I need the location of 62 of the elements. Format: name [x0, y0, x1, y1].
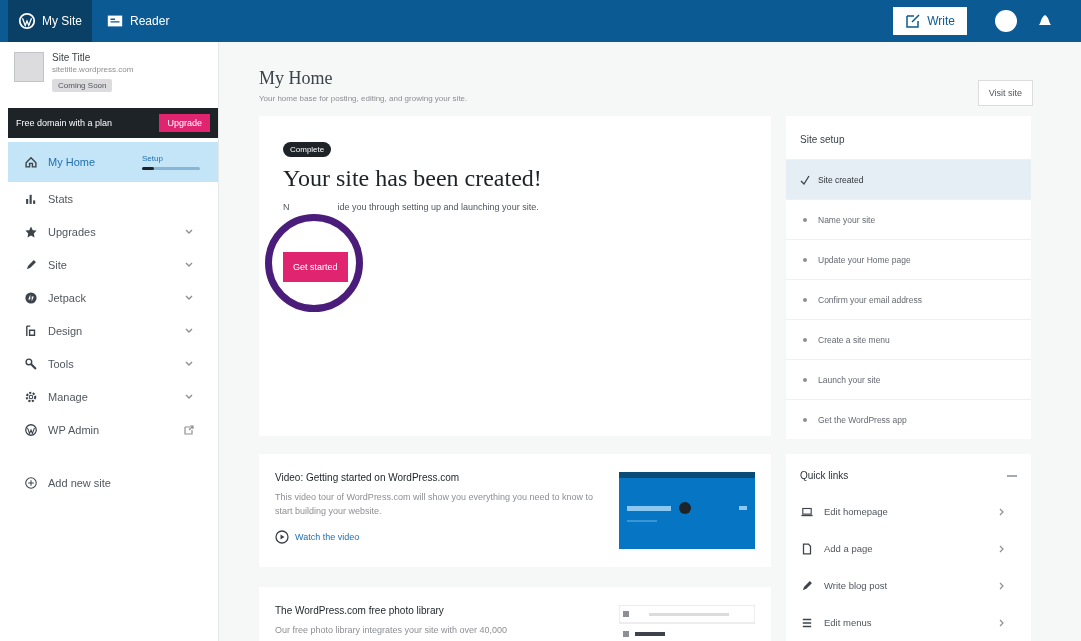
quick-link[interactable]: Write blog post: [786, 567, 1031, 604]
quick-link[interactable]: Edit menus: [786, 604, 1031, 641]
quick-link[interactable]: Add a page: [786, 530, 1031, 567]
top-tab[interactable]: Reader: [96, 0, 180, 42]
quick-link[interactable]: Edit homepage: [786, 493, 1031, 530]
sidebar-item[interactable]: Jetpack: [0, 281, 218, 314]
watch-video-link[interactable]: Watch the video: [275, 529, 603, 544]
site-icon: [14, 52, 44, 82]
sidebar-item[interactable]: My Home Setup: [8, 142, 218, 182]
setup-step[interactable]: Site created: [786, 159, 1031, 199]
sidebar-item[interactable]: Design: [0, 314, 218, 347]
site-title: Site Title: [52, 52, 91, 63]
get-started-button[interactable]: Get started: [283, 252, 348, 282]
wordpress-logo-icon: [24, 422, 38, 437]
card-title: Video: Getting started on WordPress.com: [275, 472, 461, 483]
bolt-circle-icon: [24, 290, 38, 305]
pencil-icon: [800, 578, 814, 593]
panel-title: Quick links: [800, 470, 849, 481]
upgrade-button[interactable]: Upgrade: [159, 114, 210, 132]
sidebar-item[interactable]: WP Admin: [0, 413, 218, 446]
page-title: My Home: [259, 68, 334, 89]
sidebar-item[interactable]: Site: [0, 248, 218, 281]
gear-icon: [24, 389, 38, 404]
star-icon: [24, 224, 38, 239]
card-text: Our free photo library integrates your site with over 40,000: [275, 624, 509, 637]
progress-bar: [142, 167, 200, 170]
plus-circle-icon: [24, 475, 38, 490]
add-site-link[interactable]: Add new site: [0, 466, 218, 499]
status-badge: Complete: [283, 142, 332, 157]
top-tab[interactable]: My Site: [8, 0, 92, 42]
setup-step[interactable]: Create a site menu: [786, 319, 1031, 359]
status-badge: Coming Soon: [52, 79, 113, 92]
visit-site-button[interactable]: Visit site: [977, 80, 1033, 106]
card-text: N: [283, 202, 290, 212]
sidebar-item[interactable]: Manage: [0, 380, 218, 413]
card-title: Your site has been created!: [283, 165, 543, 192]
play-icon: [275, 529, 289, 544]
panel-title: Site setup: [799, 133, 846, 147]
wordpress-logo: [18, 12, 36, 30]
compose-icon: [905, 13, 922, 29]
wrench-icon: [24, 356, 38, 371]
sidebar-item[interactable]: Stats: [0, 182, 218, 215]
card-text: This video tour of WordPress.com will show you everything you need to know to start building your website.: [275, 491, 594, 519]
sidebar-item[interactable]: Upgrades: [0, 215, 218, 248]
write-button[interactable]: Write: [893, 7, 967, 35]
setup-step[interactable]: Get the WordPress app: [786, 399, 1031, 439]
banner-text: Free domain with a plan: [16, 118, 113, 128]
page-icon: [800, 541, 814, 556]
layout-icon: [24, 323, 38, 338]
setup-step[interactable]: Name your site: [786, 199, 1031, 239]
pencil-icon: [24, 257, 38, 272]
setup-step[interactable]: Confirm your email address: [786, 279, 1031, 319]
card-text: ide you through setting up and launching your site.: [337, 202, 539, 212]
progress-label: Setup: [142, 154, 164, 163]
house-icon: [24, 155, 38, 169]
sidebar-item[interactable]: Tools: [0, 347, 218, 380]
card-title: The WordPress.com free photo library: [275, 605, 445, 616]
site-url: sitetitle.wordpress.com: [52, 65, 134, 74]
setup-step[interactable]: Update your Home page: [786, 239, 1031, 279]
setup-step[interactable]: Launch your site: [786, 359, 1031, 399]
page-subtitle: Your home base for posting, editing, and growing your site.: [259, 94, 468, 103]
avatar[interactable]: [995, 10, 1017, 32]
